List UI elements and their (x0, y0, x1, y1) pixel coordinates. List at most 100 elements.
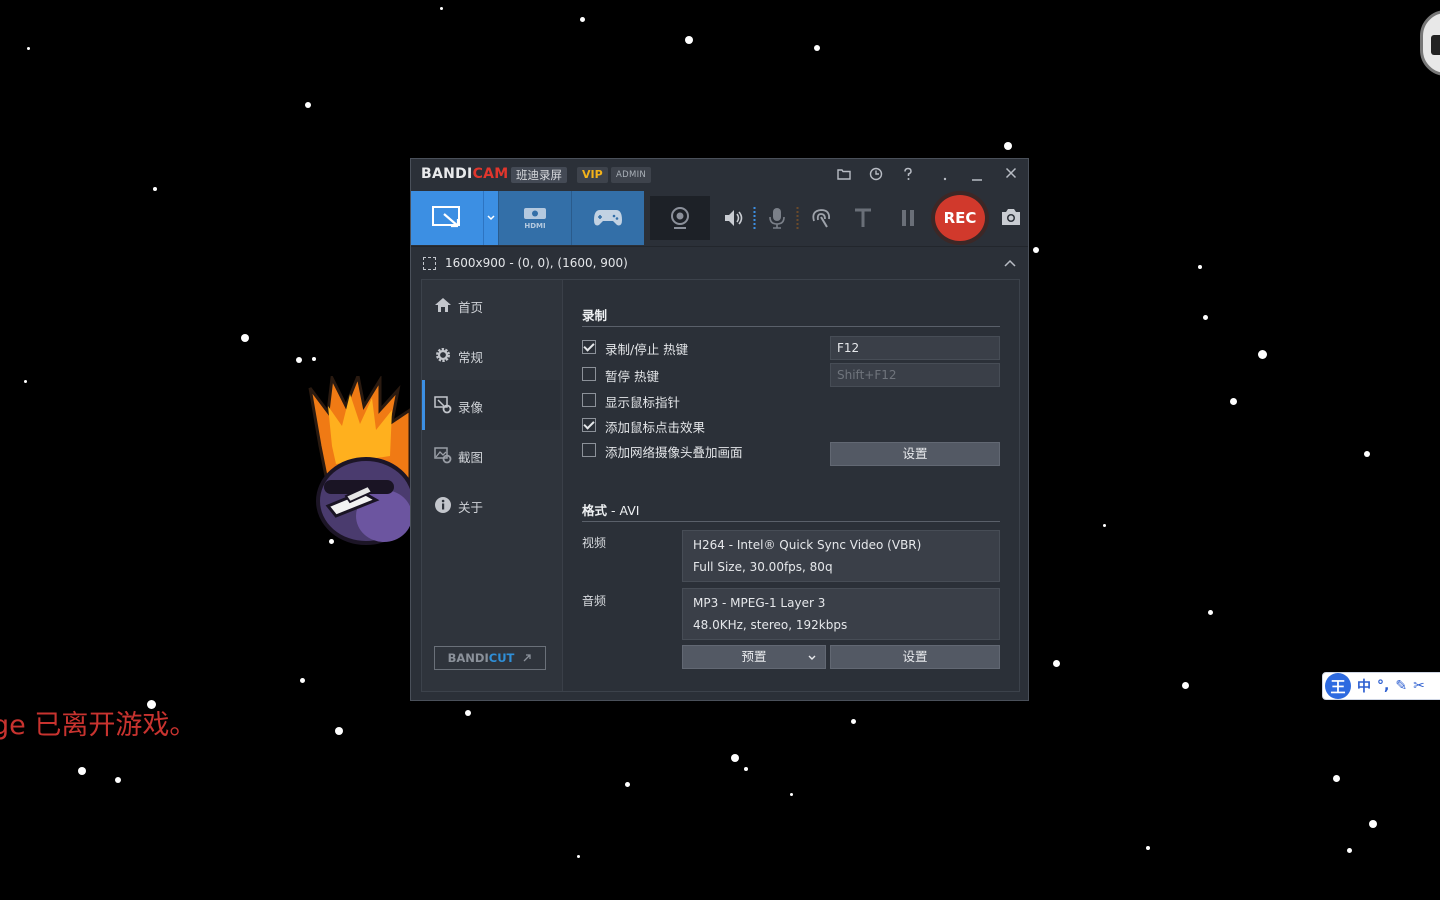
ime-tools-icon[interactable]: ✂ (1413, 678, 1425, 694)
star (1229, 397, 1237, 405)
star (731, 754, 739, 762)
ime-handwriting-icon[interactable]: ✎ (1395, 678, 1407, 694)
recording-settings-button[interactable]: 设置 (830, 442, 1000, 466)
audio-format-label: 音频 (582, 594, 607, 608)
timer-icon[interactable] (865, 163, 887, 185)
pause-hotkey-checkbox[interactable] (582, 367, 596, 381)
video-settings-icon (434, 396, 452, 414)
home-icon (434, 296, 452, 314)
settings-sidebar: 首页 常规 录像 截图 关于 BANDICUT (422, 280, 563, 691)
bandicam-window: BANDICAM 班迪录屏 VIP ADMIN HDMI REC 1600x90… (410, 158, 1029, 701)
star (1346, 847, 1352, 853)
collapse-icon[interactable] (934, 163, 956, 185)
click-effect-checkbox[interactable] (582, 418, 596, 432)
webcam-button[interactable] (650, 196, 710, 240)
format-section-title: 格式 - AVI (582, 503, 640, 518)
device-record-mode-button[interactable]: HDMI (498, 191, 571, 245)
bandicut-logo: BANDICUT (447, 651, 515, 665)
ime-toolbar[interactable]: 王 中 °, ✎ ✂ (1322, 672, 1440, 700)
webcam-overlay-checkbox[interactable] (582, 443, 596, 457)
star (153, 187, 157, 191)
star (1202, 314, 1208, 320)
star (335, 727, 343, 735)
vip-badge: VIP (577, 167, 608, 183)
admin-badge: ADMIN (611, 167, 652, 183)
sidebar-item-label: 首页 (458, 300, 484, 315)
bandicut-link-button[interactable]: BANDICUT (434, 646, 546, 670)
screen-mode-dropdown[interactable] (483, 191, 498, 245)
star (23, 379, 27, 383)
svg-text:HDMI: HDMI (524, 222, 545, 229)
mic-level-meter (796, 203, 800, 233)
sidebar-item-home[interactable]: 首页 (422, 280, 560, 330)
sidebar-item-about[interactable]: 关于 (422, 480, 560, 530)
record-hotkey-field[interactable]: F12 (830, 336, 1000, 360)
show-cursor-checkbox[interactable] (582, 393, 596, 407)
star (26, 46, 30, 50)
microphone-icon[interactable] (767, 207, 787, 229)
sidebar-item-label: 常规 (458, 350, 484, 365)
ime-language-toggle[interactable]: 中 (1357, 676, 1371, 696)
sidebar-item-label: 关于 (458, 500, 484, 515)
help-icon[interactable] (897, 163, 919, 185)
star (579, 16, 585, 22)
folder-icon[interactable] (833, 163, 855, 185)
star (576, 854, 580, 858)
star (115, 777, 121, 783)
record-hotkey-checkbox[interactable] (582, 340, 596, 354)
section-divider (582, 521, 1000, 522)
screen-record-mode-button[interactable] (411, 191, 483, 245)
star (744, 767, 748, 771)
screen-area-icon (432, 206, 460, 228)
star (624, 781, 630, 787)
star (465, 710, 471, 716)
star (1146, 846, 1150, 850)
sidebar-item-screenshot[interactable]: 截图 (422, 430, 560, 480)
star (312, 357, 316, 361)
star (850, 718, 856, 724)
sidebar-item-general[interactable]: 常规 (422, 330, 560, 380)
star (1102, 523, 1106, 527)
star (1257, 349, 1267, 359)
ime-logo-icon[interactable]: 王 (1325, 673, 1351, 699)
star (78, 767, 86, 775)
star (1332, 774, 1340, 782)
screenshot-camera-icon[interactable] (1000, 207, 1022, 229)
star (299, 677, 305, 683)
pause-icon[interactable] (900, 207, 916, 229)
text-overlay-icon[interactable] (853, 207, 873, 229)
game-character (306, 376, 410, 550)
audio-codec-text: MP3 - MPEG-1 Layer 3 (693, 596, 826, 610)
star (1033, 247, 1039, 253)
sidebar-item-video[interactable]: 录像 (422, 380, 560, 430)
star (789, 792, 793, 796)
video-format-box[interactable]: H264 - Intel® Quick Sync Video (VBR) Ful… (682, 530, 1000, 582)
chevron-up-icon[interactable] (1004, 255, 1016, 267)
game-record-mode-button[interactable] (571, 191, 644, 245)
settings-panel: 首页 常规 录像 截图 关于 BANDICUT 录制 录制/停止 热键 F12 … (421, 279, 1020, 692)
capture-area-bar[interactable]: 1600x900 - (0, 0), (1600, 900) (411, 246, 1028, 279)
external-link-icon (523, 654, 532, 662)
title-bar[interactable]: BANDICAM 班迪录屏 VIP ADMIN (411, 159, 1028, 191)
section-divider (582, 326, 1000, 327)
audio-format-box[interactable]: MP3 - MPEG-1 Layer 3 48.0KHz, stereo, 19… (682, 588, 1000, 640)
area-select-icon (423, 257, 436, 270)
star (1004, 142, 1012, 150)
mode-toolbar: HDMI REC (411, 191, 1028, 245)
video-codec-text: H264 - Intel® Quick Sync Video (VBR) (693, 538, 922, 552)
ime-punctuation-toggle[interactable]: °, (1377, 678, 1389, 694)
star (1369, 820, 1377, 828)
preset-dropdown-button[interactable]: 预置 (682, 645, 826, 669)
star (1198, 265, 1202, 269)
recording-section-title: 录制 (582, 308, 608, 323)
format-settings-button[interactable]: 设置 (830, 645, 1000, 669)
video-params-text: Full Size, 30.00fps, 80q (693, 560, 833, 574)
minimize-icon[interactable] (966, 163, 988, 185)
pause-hotkey-field[interactable]: Shift+F12 (830, 363, 1000, 387)
star (296, 357, 302, 363)
star (241, 334, 249, 342)
close-icon[interactable] (1000, 163, 1022, 185)
record-button[interactable]: REC (931, 191, 989, 245)
mouse-click-effect-icon[interactable] (810, 207, 832, 229)
speaker-icon[interactable] (723, 207, 745, 229)
